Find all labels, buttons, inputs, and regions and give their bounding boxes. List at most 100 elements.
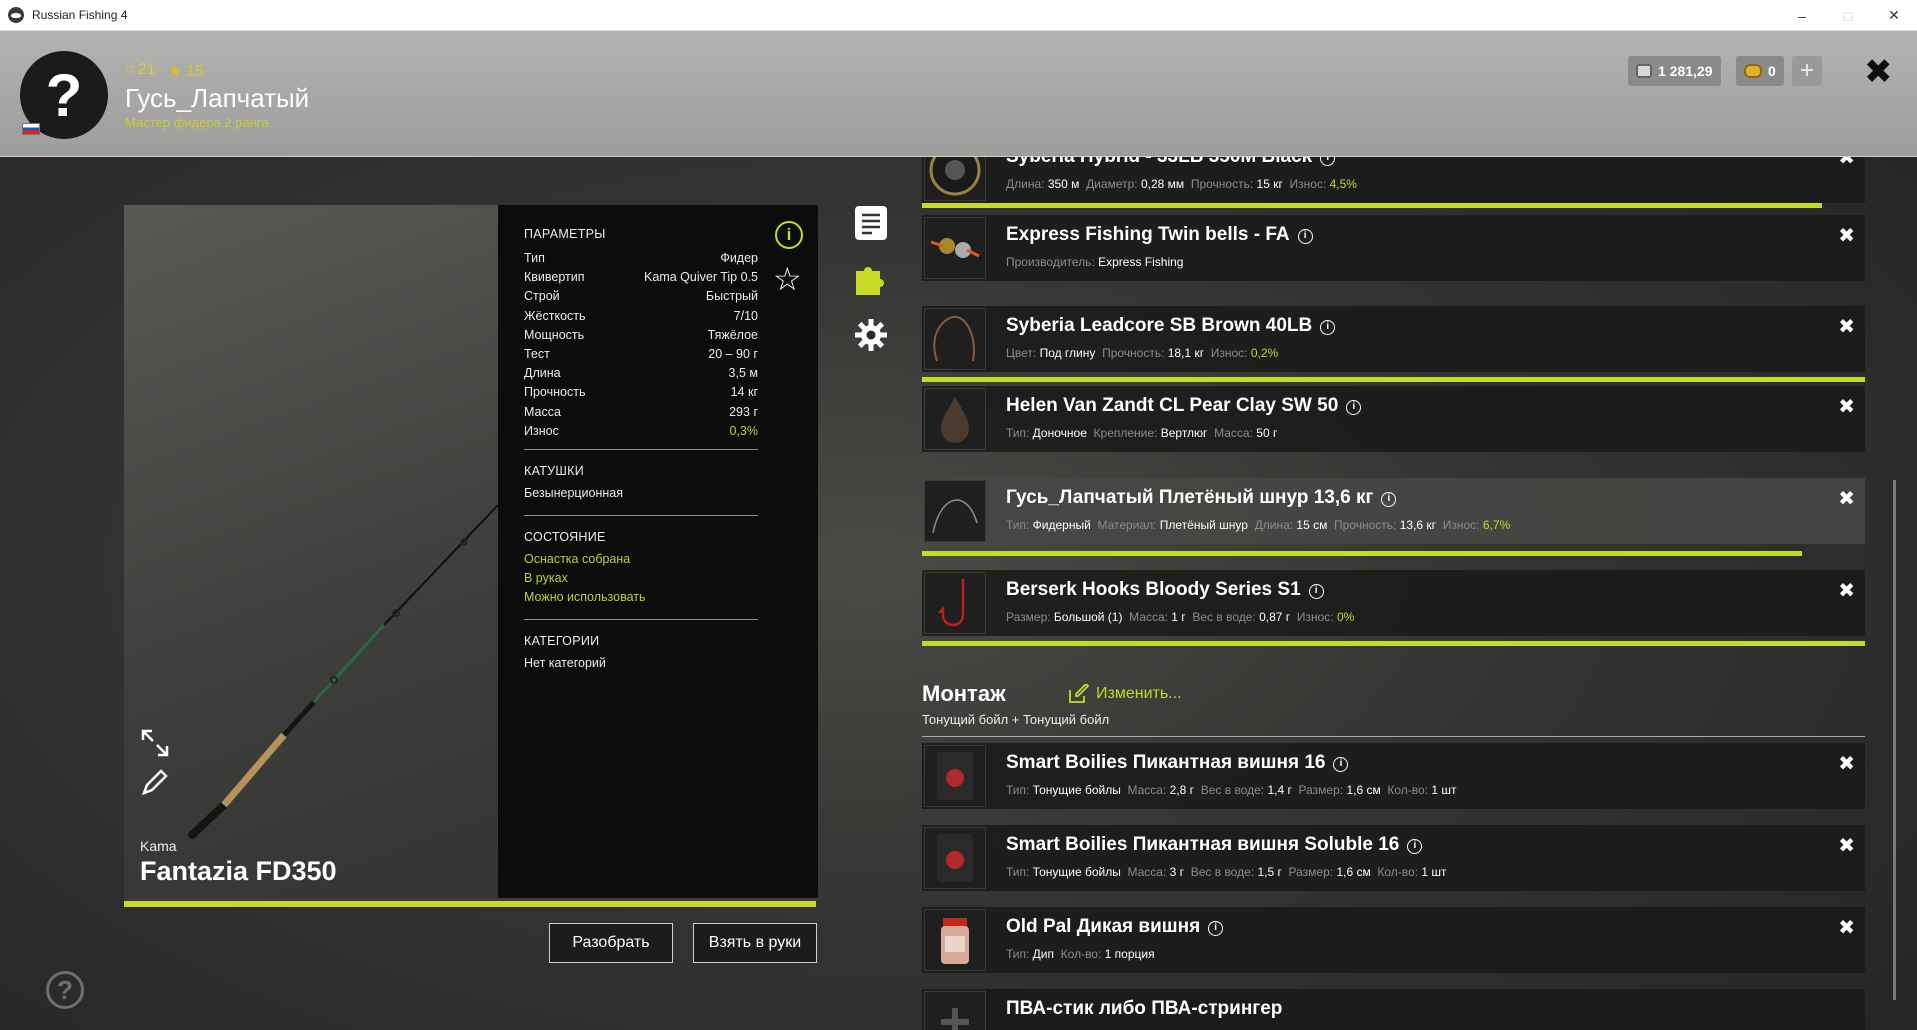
list-item[interactable]: Syberia Hybrid - 33LB 350M Blacki Длина:… <box>922 157 1865 203</box>
remove-item-button[interactable]: ✖ <box>1838 486 1855 511</box>
item-props: Производитель: Express Fishing <box>1006 255 1183 269</box>
puzzle-icon[interactable] <box>853 261 889 297</box>
pencil-icon[interactable] <box>140 767 170 797</box>
list-item[interactable]: Express Fishing Twin bells - FA i Произво… <box>922 215 1865 281</box>
prop-key: Износ: <box>1210 346 1251 360</box>
prop-key: Длина: <box>1254 518 1297 532</box>
info-icon[interactable]: i <box>775 221 803 249</box>
prop-key: Производитель: <box>1006 255 1099 269</box>
state-line: Оснастка собрана <box>524 552 631 566</box>
param-row: Жёсткость 7/10 <box>524 309 758 323</box>
param-row: Строй Быстрый <box>524 289 758 303</box>
wear-bar <box>922 641 1865 646</box>
prop-value: Под глину <box>1039 346 1096 360</box>
info-icon[interactable]: i <box>1320 320 1336 335</box>
close-screen-button[interactable]: ✖ <box>1864 52 1893 92</box>
info-icon[interactable]: i <box>1297 229 1313 244</box>
param-row: Прочность 14 кг <box>524 385 758 399</box>
take-in-hands-button[interactable]: Взять в руки <box>693 923 817 963</box>
notes-icon[interactable] <box>853 205 889 241</box>
param-row: Тест 20 – 90 г <box>524 347 758 361</box>
boilie-bag-thumb <box>924 827 986 889</box>
divider <box>524 619 758 620</box>
param-key: Тест <box>524 347 550 361</box>
info-icon[interactable]: i <box>1333 757 1349 772</box>
remove-item-button[interactable]: ✖ <box>1838 314 1855 339</box>
categories-title: КАТЕГОРИИ <box>524 634 600 648</box>
gold-balance: 0 <box>1736 56 1784 86</box>
item-props: Размер: Большой (1) Масса: 1 г Вес в вод… <box>1006 610 1354 624</box>
add-slot-thumb <box>924 991 986 1030</box>
info-icon[interactable]: i <box>1346 400 1362 415</box>
list-item[interactable]: Гусь_Лапчатый Плетёный шнур 13,6 кг i Тип… <box>922 478 1865 544</box>
profile-header: ? 21 15 Гусь_Лапчатый Мастер фидера 2 ра… <box>0 31 1917 157</box>
rod-image <box>188 504 499 839</box>
item-name: ПВА-стик либо ПВА-стрингер <box>1006 998 1283 1019</box>
param-key: Жёсткость <box>524 308 586 323</box>
player-stats: 21 15 <box>125 61 204 81</box>
param-row: Износ 0,3% <box>524 424 758 438</box>
item-props: Тип: Тонущие бойлы Масса: 3 г Вес в воде… <box>1006 865 1447 879</box>
info-icon[interactable]: i <box>1208 921 1224 936</box>
remove-item-button[interactable]: ✖ <box>1838 751 1855 776</box>
list-item[interactable]: Old Pal Дикая вишня i Тип: Дип Кол-во: 1 … <box>922 907 1865 973</box>
wear-bar <box>922 203 1822 208</box>
item-name: Smart Boilies Пикантная вишня Soluble 16… <box>1006 834 1423 856</box>
minimize-button[interactable]: – <box>1779 0 1825 31</box>
list-item[interactable]: Smart Boilies Пикантная вишня Soluble 16… <box>922 825 1865 891</box>
rod-brand: Kama <box>140 838 177 854</box>
list-item[interactable]: ПВА-стик либо ПВА-стрингер <box>922 989 1865 1030</box>
add-gold-button[interactable]: + <box>1792 56 1822 86</box>
rig-components-list: Syberia Hybrid - 33LB 350M Blacki Длина:… <box>922 157 1867 1030</box>
prop-key: Тип: <box>1006 865 1033 879</box>
prop-key: Вес в воде: <box>1190 865 1258 879</box>
remove-item-button[interactable]: ✖ <box>1838 394 1855 419</box>
list-item[interactable]: Syberia Leadcore SB Brown 40LB i Цвет: По… <box>922 306 1865 372</box>
remove-item-button[interactable]: ✖ <box>1838 223 1855 248</box>
remove-item-button[interactable]: ✖ <box>1838 915 1855 940</box>
info-icon[interactable]: i <box>1320 157 1336 166</box>
prop-value: Фидерный <box>1032 518 1091 532</box>
disassemble-button[interactable]: Разобрать <box>549 923 673 963</box>
favorite-star-icon[interactable]: ☆ <box>773 260 802 298</box>
param-value: Kama Quiver Tip 0.5 <box>644 270 758 285</box>
info-icon[interactable]: i <box>1381 492 1397 507</box>
gear-icon[interactable] <box>853 317 889 353</box>
remove-item-button[interactable]: ✖ <box>1838 157 1855 170</box>
list-item[interactable]: Smart Boilies Пикантная вишня 16 i Тип: Т… <box>922 743 1865 809</box>
prop-value: Тонущие бойлы <box>1032 783 1121 797</box>
prop-key: Тип: <box>1006 426 1033 440</box>
sinker-thumb <box>924 388 986 450</box>
prop-value: 1,6 см <box>1346 783 1381 797</box>
info-icon[interactable]: i <box>1407 839 1423 854</box>
maximize-button[interactable]: □ <box>1825 0 1871 31</box>
prop-value: 0,2% <box>1250 346 1279 360</box>
prop-value: 50 г <box>1256 426 1278 440</box>
info-icon[interactable]: i <box>1308 584 1324 599</box>
remove-item-button[interactable]: ✖ <box>1838 578 1855 603</box>
prop-key: Кол-во: <box>1377 865 1422 879</box>
prop-value: Вертлюг <box>1160 426 1208 440</box>
bells-thumb <box>924 217 986 279</box>
remove-item-button[interactable]: ✖ <box>1838 833 1855 858</box>
prop-key: Размер: <box>1288 865 1337 879</box>
prop-value: 350 м <box>1047 177 1080 191</box>
prop-key: Тип: <box>1006 783 1033 797</box>
prop-value: Большой (1) <box>1053 610 1123 624</box>
param-key: Прочность <box>524 385 586 400</box>
list-item[interactable]: Berserk Hooks Bloody Series S1 i Размер: … <box>922 570 1865 636</box>
list-item[interactable]: Helen Van Zandt CL Pear Clay SW 50 i Тип:… <box>922 386 1865 452</box>
prop-value: Тонущие бойлы <box>1032 865 1121 879</box>
item-name: Syberia Hybrid - 33LB 350M Blacki <box>1006 157 1336 168</box>
scrollbar[interactable] <box>1893 480 1896 1000</box>
window-close-button[interactable]: ✕ <box>1871 0 1917 31</box>
edit-icon <box>1069 684 1090 703</box>
param-row: Масса 293 г <box>524 405 758 419</box>
param-key: Строй <box>524 289 560 304</box>
montage-title: Монтаж <box>922 681 1006 706</box>
help-icon[interactable]: ? <box>46 971 84 1009</box>
item-props: Тип: Доночное Крепление: Вертлюг Масса: … <box>1006 426 1277 440</box>
expand-icon[interactable] <box>140 728 170 758</box>
montage-edit-button[interactable]: Изменить... <box>1068 684 1182 704</box>
prop-value: 1,4 г <box>1267 783 1292 797</box>
